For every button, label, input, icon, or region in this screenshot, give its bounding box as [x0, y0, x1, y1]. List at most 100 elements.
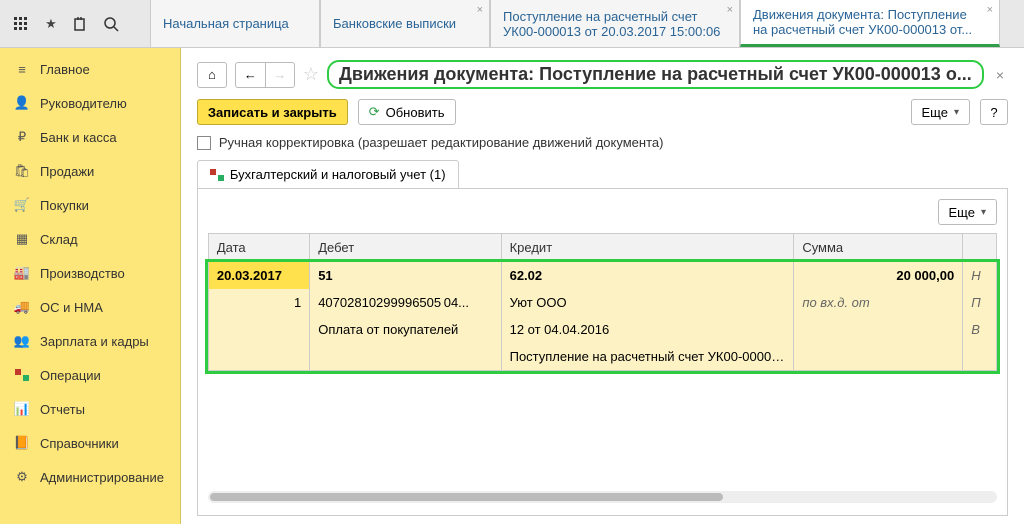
tab-receipt[interactable]: Поступление на расчетный счет УК00-00001…	[490, 0, 740, 47]
forward-button[interactable]: →	[265, 62, 295, 88]
star-icon[interactable]: ★	[42, 15, 60, 33]
cell-extra: П	[963, 289, 997, 316]
sidebar-item-assets[interactable]: 🚚ОС и НМА	[0, 290, 180, 324]
cell-ref: по вх.д. от	[794, 289, 963, 316]
table-more-button[interactable]: Еще ▾	[938, 199, 997, 225]
sidebar-item-operations[interactable]: Операции	[0, 358, 180, 392]
cell-credit-desc: Поступление на расчетный счет УК00-00001…	[501, 343, 794, 371]
col-sum: Сумма	[794, 234, 963, 262]
tab-label: Движения документа: Поступление	[753, 7, 987, 22]
cell-empty	[208, 343, 309, 371]
main-content: ⌂ ← → ☆ Движения документа: Поступление …	[181, 48, 1024, 524]
sidebar: ≡Главное 👤Руководителю ₽ Банк и касса 🛍 Пр…	[0, 48, 181, 524]
cell-empty	[208, 316, 309, 343]
cell-empty	[963, 343, 997, 371]
topbar-icon-group: ★	[0, 0, 150, 47]
button-label: Записать и закрыть	[208, 105, 337, 120]
close-icon[interactable]: ×	[987, 4, 993, 16]
sidebar-item-warehouse[interactable]: ▦ Склад	[0, 222, 180, 256]
cell-debit-account: 51	[310, 262, 501, 290]
boxes-icon: ▦	[14, 231, 30, 247]
cell-credit-doc: 12 от 04.04.2016	[501, 316, 794, 343]
more-button[interactable]: Еще▾	[911, 99, 970, 125]
chevron-down-icon: ▾	[981, 207, 986, 218]
subtab-accounting[interactable]: Бухгалтерский и налоговый учет (1)	[197, 160, 459, 188]
home-button[interactable]: ⌂	[197, 62, 227, 88]
help-button[interactable]: ?	[980, 99, 1008, 125]
cell-rownum: 1	[208, 289, 309, 316]
table-row[interactable]: Поступление на расчетный счет УК00-00001…	[208, 343, 996, 371]
sidebar-item-production[interactable]: 🏭 Производство	[0, 256, 180, 290]
col-extra	[963, 234, 997, 262]
bag-icon: 🛍	[14, 163, 30, 179]
chart-icon: 📊	[14, 401, 30, 417]
table-row[interactable]: 1 40702810299996505 04... Уют ООО по вх.…	[208, 289, 996, 316]
manual-correction-label: Ручная корректировка (разрешает редактир…	[219, 135, 664, 150]
tab-sublabel: на расчетный счет УК00-000013 от...	[753, 22, 987, 37]
back-button[interactable]: ←	[235, 62, 265, 88]
manual-correction-checkbox[interactable]	[197, 136, 211, 150]
close-icon[interactable]: ×	[727, 4, 733, 16]
tab-movements[interactable]: Движения документа: Поступление на расче…	[740, 0, 1000, 47]
tab-sublabel: УК00-000013 от 20.03.2017 15:00:06	[503, 24, 727, 39]
people-icon: 👥	[14, 333, 30, 349]
sidebar-item-label: Администрирование	[40, 470, 164, 485]
sidebar-item-purchases[interactable]: 🛒Покупки	[0, 188, 180, 222]
tab-label: Начальная страница	[163, 16, 307, 31]
sidebar-item-label: Руководителю	[40, 96, 127, 111]
search-icon[interactable]	[102, 15, 120, 33]
sidebar-item-reports[interactable]: 📊 Отчеты	[0, 392, 180, 426]
arrow-right-icon: →	[273, 67, 286, 82]
sidebar-item-label: Операции	[40, 368, 101, 383]
refresh-icon: ⟳	[369, 104, 380, 120]
button-label: ?	[990, 105, 997, 120]
topbar: ★ Начальная страница Банковские выписки …	[0, 0, 1024, 48]
sidebar-item-label: Покупки	[40, 198, 89, 213]
button-label: Обновить	[386, 105, 445, 120]
cell-extra: В	[963, 316, 997, 343]
cell-empty	[310, 343, 501, 371]
sidebar-item-main[interactable]: ≡Главное	[0, 52, 180, 86]
sidebar-item-label: Отчеты	[40, 402, 85, 417]
cell-empty	[794, 343, 963, 371]
cell-date: 20.03.2017	[208, 262, 309, 290]
sidebar-item-manager[interactable]: 👤Руководителю	[0, 86, 180, 120]
tab-label: Поступление на расчетный счет	[503, 9, 727, 24]
cell-credit-contr: Уют ООО	[501, 289, 794, 316]
save-close-button[interactable]: Записать и закрыть	[197, 99, 348, 125]
button-label: Еще	[922, 105, 948, 120]
refresh-button[interactable]: ⟳ Обновить	[358, 99, 456, 125]
table-row[interactable]: 20.03.2017 51 62.02 20 000,00 Н	[208, 262, 996, 290]
history-icon[interactable]	[72, 15, 90, 33]
sidebar-item-label: Продажи	[40, 164, 94, 179]
tab-home[interactable]: Начальная страница	[150, 0, 320, 47]
table-row[interactable]: Оплата от покупателей 12 от 04.04.2016 В	[208, 316, 996, 343]
apps-icon[interactable]	[12, 15, 30, 33]
favorite-icon[interactable]: ☆	[303, 64, 319, 85]
sidebar-item-admin[interactable]: ⚙ Администрирование	[0, 460, 180, 494]
scrollbar-thumb[interactable]	[210, 493, 723, 501]
sidebar-item-label: Склад	[40, 232, 78, 247]
sidebar-item-label: Главное	[40, 62, 90, 77]
gear-icon: ⚙	[14, 469, 30, 485]
tab-bank-statements[interactable]: Банковские выписки ×	[320, 0, 490, 47]
col-debit: Дебет	[310, 234, 501, 262]
cell-extra: Н	[963, 262, 997, 290]
sidebar-item-sales[interactable]: 🛍 Продажи	[0, 154, 180, 188]
sidebar-item-label: Банк и касса	[40, 130, 117, 145]
close-page-button[interactable]: ×	[992, 67, 1008, 83]
sidebar-item-label: Производство	[40, 266, 125, 281]
factory-icon: 🏭	[14, 265, 30, 281]
col-credit: Кредит	[501, 234, 794, 262]
sidebar-item-label: Зарплата и кадры	[40, 334, 149, 349]
sidebar-item-label: Справочники	[40, 436, 119, 451]
horizontal-scrollbar[interactable]	[208, 491, 997, 503]
sidebar-item-bank[interactable]: ₽ Банк и касса	[0, 120, 180, 154]
cell-debit-desc: Оплата от покупателей	[310, 316, 501, 343]
close-icon[interactable]: ×	[477, 4, 483, 16]
ruble-icon: ₽	[14, 129, 30, 145]
sidebar-item-references[interactable]: 📙Справочники	[0, 426, 180, 460]
home-icon: ⌂	[208, 67, 216, 82]
sidebar-item-salary[interactable]: 👥 Зарплата и кадры	[0, 324, 180, 358]
button-label: Еще	[949, 205, 975, 220]
